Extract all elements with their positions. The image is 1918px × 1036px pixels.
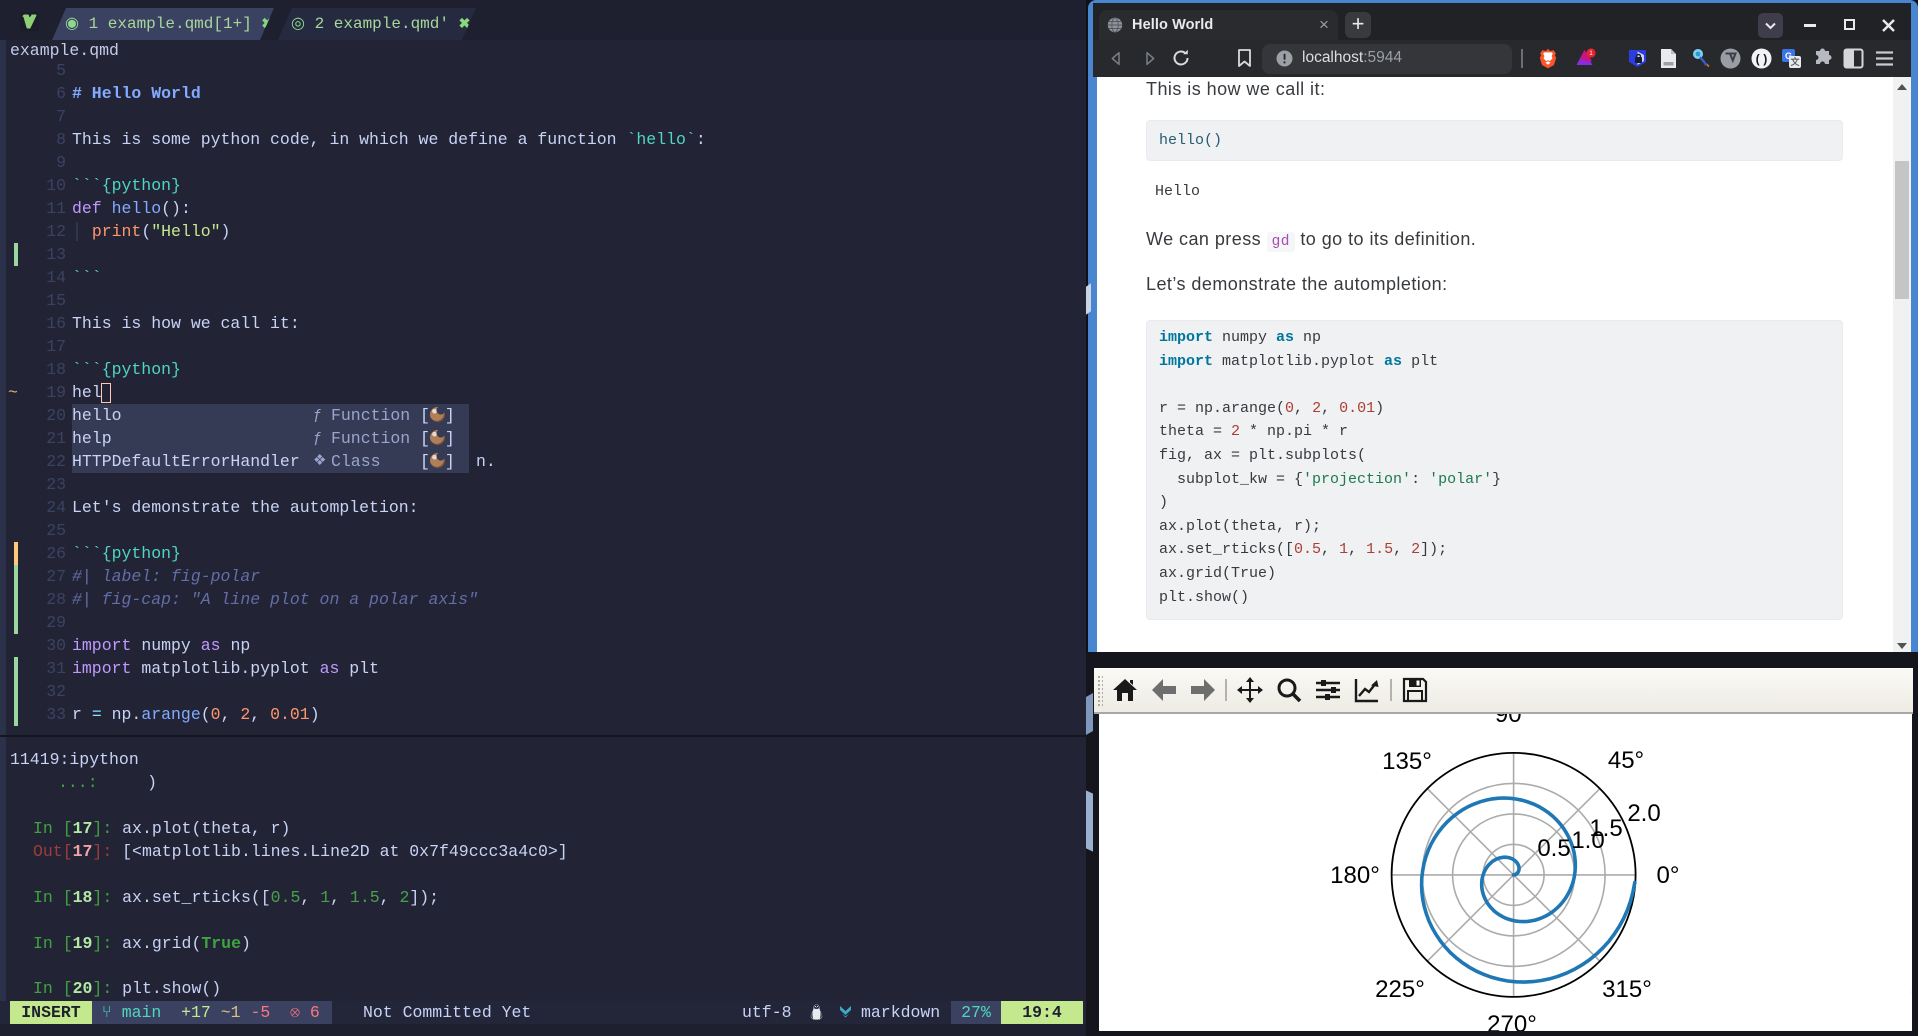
svg-text:2.0: 2.0 xyxy=(1627,800,1660,827)
svg-text:135°: 135° xyxy=(1382,748,1432,775)
svg-text:270°: 270° xyxy=(1487,1011,1537,1031)
svg-text:0°: 0° xyxy=(1657,862,1680,889)
svg-text:180°: 180° xyxy=(1330,862,1380,889)
svg-text:1: 1 xyxy=(1589,50,1593,57)
svg-text:1.5: 1.5 xyxy=(1589,815,1622,842)
svg-text:225°: 225° xyxy=(1375,976,1425,1003)
svg-text:45°: 45° xyxy=(1608,747,1644,774)
svg-text:0.5: 0.5 xyxy=(1537,835,1570,862)
svg-text:90°: 90° xyxy=(1495,714,1531,728)
svg-text:315°: 315° xyxy=(1602,976,1652,1003)
svg-text:(): () xyxy=(1754,53,1768,67)
svg-text:文: 文 xyxy=(1789,56,1800,67)
